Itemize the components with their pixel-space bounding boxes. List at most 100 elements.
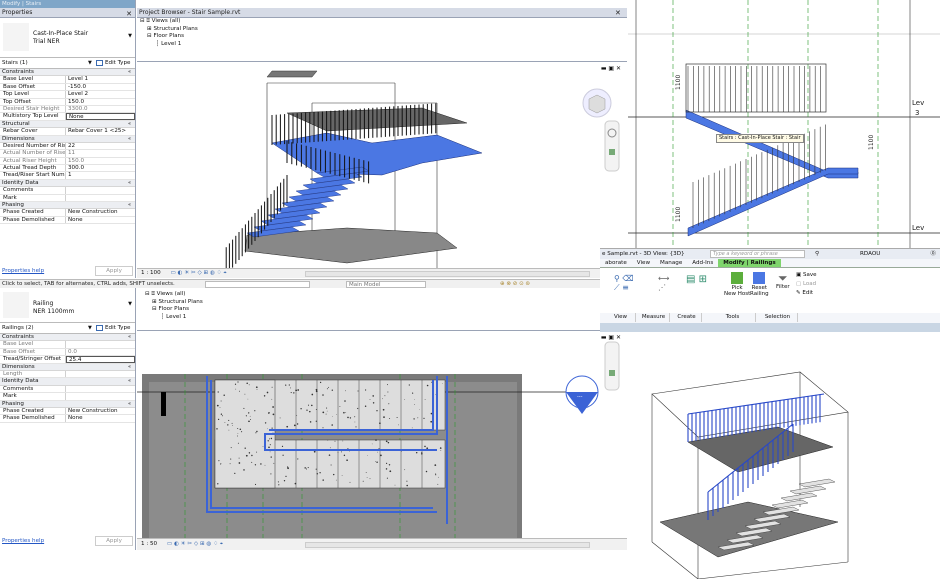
property-value[interactable]: None	[66, 217, 135, 223]
property-row[interactable]: Mark	[0, 194, 135, 203]
save-selection-button[interactable]: ▣ Save	[796, 271, 816, 280]
property-row[interactable]: Actual Tread Depth 300.0	[0, 165, 135, 173]
property-value[interactable]: 150.0	[66, 99, 135, 105]
measure-tool[interactable]: ⟷ ⋰	[658, 274, 669, 292]
property-row[interactable]: Multistory Top Level None	[0, 113, 135, 121]
property-value[interactable]: Level 2	[66, 91, 135, 97]
group-header[interactable]: Phasing	[0, 400, 135, 408]
view-window-controls[interactable]: ▬ ▣ ✕	[601, 334, 621, 341]
view-cube[interactable]	[582, 88, 612, 118]
property-value[interactable]: 22	[66, 143, 135, 149]
property-row[interactable]: Comments	[0, 187, 135, 195]
property-row[interactable]: Desired Stair Height 3300.0	[0, 105, 135, 114]
scroll-track[interactable]	[305, 542, 590, 548]
scroll-track[interactable]	[305, 271, 590, 277]
property-value[interactable]: New Construction	[66, 408, 135, 414]
ribbon-tab[interactable]: Modify | Railings	[718, 259, 781, 267]
elevation-view[interactable]: 1100 1100 1100 Lev 3 Lev Stairs : Cast-I…	[628, 0, 940, 248]
chevron-down-icon[interactable]: ▼	[88, 325, 92, 331]
property-row[interactable]: Base Offset -150.0	[0, 83, 135, 92]
group-header[interactable]: Identity Data	[0, 179, 135, 188]
pick-new-host-button[interactable]: Pick New Host	[724, 272, 750, 297]
property-row[interactable]: Desired Number of Risers22	[0, 142, 135, 151]
ribbon-tab[interactable]: View	[632, 259, 655, 267]
tree-item-floor-plans[interactable]: ⊟ Floor Plans	[145, 306, 627, 314]
group-header[interactable]: Dimensions	[0, 363, 135, 371]
view-3d-top[interactable]: ▬ ▣ ✕	[137, 63, 627, 268]
property-value[interactable]: 11	[66, 150, 135, 156]
group-header[interactable]: Constraints	[0, 69, 135, 77]
property-value[interactable]: None	[66, 415, 135, 421]
property-row[interactable]: Length	[0, 370, 135, 379]
tree-item-views[interactable]: ⊟ ⌸ Views (all)	[145, 291, 627, 299]
type-selector[interactable]: Cast-In-Place Stair Trial NER ▼	[0, 18, 135, 58]
tree-item-views[interactable]: ⊟ ⌸ Views (all)	[140, 18, 627, 26]
property-value[interactable]: 3300.0	[66, 106, 135, 112]
group-header[interactable]: Dimensions	[0, 135, 135, 143]
tree-item-floor-plans[interactable]: ⊟ Floor Plans	[140, 33, 627, 41]
property-value[interactable]	[66, 187, 135, 193]
model-selector[interactable]: Main Model	[346, 281, 426, 288]
property-value[interactable]: 300.0	[66, 165, 135, 171]
user-name[interactable]: RDAOU	[860, 249, 880, 259]
view-control-icons[interactable]: ▭ ◐ ☀ ✂ ◇ ⊞ ◍ ♢ ⌖	[167, 541, 223, 547]
property-row[interactable]: Base Offset 0.0	[0, 348, 135, 357]
navigation-bar[interactable]	[604, 120, 620, 172]
property-row[interactable]: Actual Number of Risers 11	[0, 150, 135, 158]
modify-tools-icons[interactable]: ⚲ ⌫ ⟋ ≡	[614, 274, 634, 293]
property-value[interactable]: 0.0	[66, 349, 135, 355]
property-value[interactable]	[66, 371, 135, 377]
property-row[interactable]: Top Offset 150.0	[0, 98, 135, 106]
property-value[interactable]: None	[66, 113, 135, 120]
filter-button[interactable]: ⏷ Filter	[776, 272, 790, 290]
property-row[interactable]: Phase Created New Construction	[0, 209, 135, 217]
property-row[interactable]: Phase Demolished None	[0, 415, 135, 423]
property-row[interactable]: Tread/Riser Start Number1	[0, 172, 135, 180]
railing-3d-view[interactable]	[628, 332, 940, 579]
scale-selector[interactable]: 1 : 100	[141, 270, 161, 276]
property-value[interactable]	[66, 393, 135, 399]
property-value[interactable]: -150.0	[66, 84, 135, 90]
property-row[interactable]: Mark	[0, 393, 135, 401]
edit-type-button[interactable]: Edit Type	[96, 60, 130, 66]
view-control-icons[interactable]: ▭ ◐ ☀ ✂ ◇ ⊞ ◍ ♢ ⌖	[170, 270, 226, 276]
property-row[interactable]: Tread/Stringer Offset 25.4	[0, 356, 135, 364]
property-value[interactable]: New Construction	[66, 209, 135, 215]
tree-item-structural-plans[interactable]: ⊞ Structural Plans	[145, 299, 627, 307]
group-header[interactable]: Phasing	[0, 202, 135, 210]
property-row[interactable]: Rebar Cover Rebar Cover 1 <25>	[0, 128, 135, 136]
create-tool[interactable]: ▤ ⊞	[686, 274, 707, 285]
edit-selection-button[interactable]: ✎ Edit	[796, 289, 816, 298]
chevron-down-icon[interactable]: ▼	[88, 60, 92, 66]
property-row[interactable]: Base Level Level 1	[0, 76, 135, 84]
property-row[interactable]: Top Level Level 2	[0, 91, 135, 99]
property-value[interactable]	[66, 341, 135, 347]
section-head[interactable]: ---	[565, 375, 599, 414]
instance-selector[interactable]: Railings (2) ▼ Edit Type	[0, 323, 135, 334]
ribbon-tab[interactable]: aborate	[600, 259, 632, 267]
ribbon-tab[interactable]: Add-Ins	[687, 259, 718, 267]
tree-item-level-1[interactable]: ┆ Level 1	[140, 41, 627, 49]
property-value[interactable]: 25.4	[66, 356, 135, 363]
type-selector[interactable]: Railing NER 1100mm ▼	[0, 288, 135, 323]
search-input[interactable]: Type a keyword or phrase	[710, 250, 805, 258]
apply-button[interactable]: Apply	[95, 266, 133, 276]
property-value[interactable]: 1	[66, 172, 135, 178]
chevron-down-icon[interactable]: ▼	[128, 33, 132, 39]
help-icon[interactable]: ⓪	[930, 249, 936, 259]
ribbon-tab[interactable]: Manage	[655, 259, 687, 267]
property-value[interactable]: 150.0	[66, 158, 135, 164]
group-header[interactable]: Identity Data	[0, 378, 135, 386]
property-row[interactable]: Phase Created New Construction	[0, 407, 135, 416]
view-plan-bottom[interactable]: --- ▬ ▣ ✕	[137, 332, 627, 538]
property-value[interactable]	[66, 386, 135, 392]
binoculars-icon[interactable]: ⚲	[815, 249, 819, 259]
property-value[interactable]: Rebar Cover 1 <25>	[66, 128, 135, 134]
properties-help-link[interactable]: Properties help	[2, 268, 44, 274]
tree-item-level-1[interactable]: ┆ Level 1	[145, 314, 627, 322]
property-value[interactable]	[66, 195, 135, 201]
group-header[interactable]: Constraints	[0, 334, 135, 342]
edit-type-button[interactable]: Edit Type	[96, 325, 130, 331]
view-window-controls[interactable]: ▬ ▣ ✕	[601, 65, 621, 72]
apply-button[interactable]: Apply	[95, 536, 133, 546]
